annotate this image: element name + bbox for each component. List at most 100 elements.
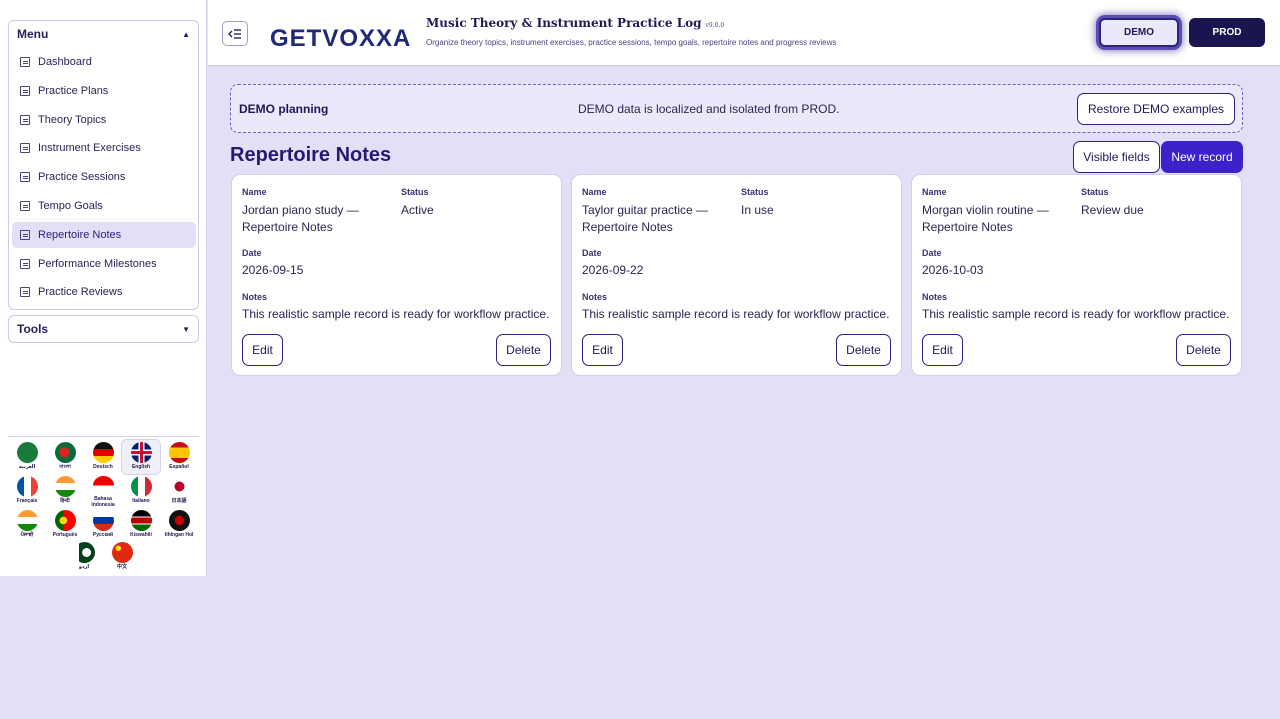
logo-text: GETVOXXA: [270, 25, 412, 52]
language-label: اردو: [78, 564, 90, 570]
sidebar-item-label: Repertoire Notes: [38, 229, 122, 241]
banner-label: DEMO planning: [239, 102, 329, 116]
sidebar-item-performance-milestones[interactable]: Performance Milestones: [12, 251, 196, 277]
language-indonesian[interactable]: Bahasa Indonesia: [84, 474, 122, 508]
sidebar-item-theory-topics[interactable]: Theory Topics: [12, 107, 196, 133]
sidebar-item-label: Practice Plans: [38, 85, 109, 97]
sidebar-item-label: Tempo Goals: [38, 200, 103, 212]
list-icon: [20, 86, 30, 96]
delete-button[interactable]: Delete: [1176, 334, 1231, 366]
list-icon: [20, 230, 30, 240]
language-label: Kiswahili: [130, 532, 152, 538]
sidebar-item-dashboard[interactable]: Dashboard: [12, 49, 196, 75]
portugal-flag-icon: [54, 510, 76, 531]
tools-panel[interactable]: Tools ▼: [8, 315, 199, 343]
language-italian[interactable]: Italiano: [122, 474, 160, 508]
sidebar-item-label: Dashboard: [38, 56, 92, 68]
saudi-flag-icon: [16, 442, 38, 463]
app-version: v9.0.0: [705, 22, 725, 29]
tools-header[interactable]: Tools ▼: [9, 316, 198, 342]
tools-title: Tools: [17, 322, 49, 336]
sidebar: Menu ▲ Dashboard Practice Plans Theory T…: [0, 0, 207, 576]
record-date: 2026-10-03: [922, 263, 984, 277]
language-spanish[interactable]: Español: [160, 440, 198, 474]
record-name: Morgan violin routine — Repertoire Notes: [922, 203, 1049, 234]
demo-banner: DEMO planning DEMO data is localized and…: [230, 84, 1243, 133]
new-record-button[interactable]: New record: [1161, 141, 1243, 173]
language-label: Deutsch: [93, 464, 113, 470]
name-label: Name: [582, 187, 607, 197]
sidebar-item-label: Practice Reviews: [38, 286, 123, 298]
sidebar-item-label: Theory Topics: [38, 114, 107, 126]
language-urdu[interactable]: اردو: [65, 540, 103, 574]
language-chinese[interactable]: 中文: [103, 540, 141, 574]
language-label: 中文: [116, 564, 127, 570]
page-title: Repertoire Notes: [230, 144, 392, 166]
language-german[interactable]: Deutsch: [84, 440, 122, 474]
status-label: Status: [1081, 187, 1109, 197]
language-label: Italiano: [132, 498, 150, 504]
sidebar-item-label: Performance Milestones: [38, 258, 157, 270]
language-label: Português: [52, 532, 78, 538]
sidebar-item-practice-plans[interactable]: Practice Plans: [12, 78, 196, 104]
language-label: Français: [16, 498, 38, 504]
italy-flag-icon: [130, 476, 152, 497]
divider: [8, 436, 199, 437]
delete-button[interactable]: Delete: [836, 334, 891, 366]
notes-label: Notes: [922, 292, 948, 302]
name-label: Name: [242, 187, 267, 197]
demo-button[interactable]: DEMO: [1099, 18, 1179, 47]
language-label: Русский: [92, 532, 114, 538]
sidebar-item-practice-reviews[interactable]: Practice Reviews: [12, 279, 196, 305]
sidebar-item-tempo-goals[interactable]: Tempo Goals: [12, 193, 196, 219]
language-portuguese[interactable]: Português: [46, 508, 84, 542]
record-name: Jordan piano study — Repertoire Notes: [242, 203, 359, 234]
language-japanese[interactable]: 日本語: [160, 474, 198, 508]
delete-button[interactable]: Delete: [496, 334, 551, 366]
language-swahili[interactable]: Kiswahili: [122, 508, 160, 542]
language-english[interactable]: English: [122, 440, 160, 474]
date-label: Date: [922, 248, 942, 258]
language-label: العربية: [18, 464, 36, 470]
language-french[interactable]: Français: [8, 474, 46, 508]
date-label: Date: [242, 248, 262, 258]
language-klingon[interactable]: tlhIngan Hol: [160, 508, 198, 542]
sidebar-item-instrument-exercises[interactable]: Instrument Exercises: [12, 135, 196, 161]
chevron-down-icon: ▼: [182, 324, 190, 334]
uk-flag-icon: [130, 442, 152, 463]
sidebar-item-repertoire-notes[interactable]: Repertoire Notes: [12, 222, 196, 248]
record-date: 2026-09-22: [582, 263, 644, 277]
language-arabic[interactable]: العربية: [8, 440, 46, 474]
record-notes: This realistic sample record is ready fo…: [922, 307, 1230, 321]
status-label: Status: [401, 187, 429, 197]
sidebar-item-label: Instrument Exercises: [38, 142, 141, 154]
china-flag-icon: [111, 542, 133, 563]
list-icon: [20, 287, 30, 297]
sidebar-item-practice-sessions[interactable]: Practice Sessions: [12, 164, 196, 190]
language-label: ਪੰਜਾਬੀ: [20, 532, 34, 538]
list-icon: [20, 143, 30, 153]
language-punjabi[interactable]: ਪੰਜਾਬੀ: [8, 508, 46, 542]
record-card: Name Status Taylor guitar practice — Rep…: [571, 174, 902, 376]
notes-label: Notes: [242, 292, 268, 302]
language-bengali[interactable]: বাংলা: [46, 440, 84, 474]
language-russian[interactable]: Русский: [84, 508, 122, 542]
pakistan-flag-icon: [73, 542, 95, 563]
record-notes: This realistic sample record is ready fo…: [242, 307, 550, 321]
visible-fields-button[interactable]: Visible fields: [1073, 141, 1160, 173]
collapse-sidebar-button[interactable]: [222, 21, 248, 46]
edit-button[interactable]: Edit: [242, 334, 283, 366]
language-hindi[interactable]: हिन्दी: [46, 474, 84, 508]
prod-button[interactable]: PROD: [1189, 18, 1265, 47]
app-title-text: Music Theory & Instrument Practice Log: [426, 16, 702, 30]
language-label: Bahasa Indonesia: [91, 496, 115, 508]
language-label: 日本語: [171, 498, 187, 504]
top-header: GETVOXXA Music Theory & Instrument Pract…: [208, 0, 1280, 66]
record-card: Name Status Morgan violin routine — Repe…: [911, 174, 1242, 376]
menu-header[interactable]: Menu ▲: [9, 21, 198, 47]
indonesia-flag-icon: [92, 476, 114, 495]
edit-button[interactable]: Edit: [922, 334, 963, 366]
edit-button[interactable]: Edit: [582, 334, 623, 366]
restore-demo-button[interactable]: Restore DEMO examples: [1076, 93, 1235, 125]
notes-label: Notes: [582, 292, 608, 302]
